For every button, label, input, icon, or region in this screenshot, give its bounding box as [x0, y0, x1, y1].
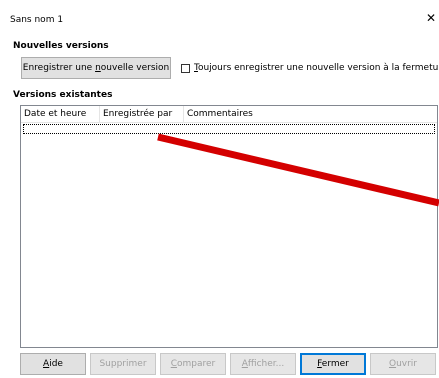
always-save-label[interactable]: Toujours enregistrer une nouvelle versio…: [194, 63, 439, 73]
save-new-version-button[interactable]: Enregistrer une nouvelle version: [21, 57, 171, 79]
new-versions-heading: Nouvelles versions: [13, 41, 109, 51]
show-label-rest: fficher...: [247, 359, 285, 369]
show-button[interactable]: Afficher...: [230, 353, 296, 375]
versions-table[interactable]: Date et heure Enregistrée par Commentair…: [20, 105, 438, 348]
title-bar: Sans nom 1 ✕: [0, 0, 439, 32]
delete-button[interactable]: Supprimer: [90, 353, 156, 375]
close-icon[interactable]: ✕: [425, 11, 437, 25]
always-save-label-rest: oujours enregistrer une nouvelle version…: [197, 63, 439, 73]
close-label-rest: ermer: [321, 359, 349, 369]
help-button[interactable]: Aide: [20, 353, 86, 375]
table-focus-row[interactable]: [23, 124, 435, 134]
compare-label-rest: omparer: [177, 359, 216, 369]
open-label-rest: uvrir: [396, 359, 418, 369]
open-mnemonic: O: [388, 359, 397, 369]
table-header: Date et heure Enregistrée par Commentair…: [21, 106, 437, 123]
save-new-version-label-pre: Enregistrer une: [22, 63, 96, 73]
column-header-saved-by[interactable]: Enregistrée par: [100, 106, 184, 122]
existing-versions-heading: Versions existantes: [13, 90, 113, 100]
open-button[interactable]: Ouvrir: [370, 353, 436, 375]
window-title: Sans nom 1: [10, 15, 64, 25]
always-save-checkbox[interactable]: [181, 64, 190, 73]
column-header-date[interactable]: Date et heure: [21, 106, 100, 122]
save-new-version-label-post: ouvelle version: [100, 63, 170, 73]
column-header-comments[interactable]: Commentaires: [184, 106, 437, 122]
close-button[interactable]: Fermer: [300, 353, 366, 375]
help-label-rest: ide: [49, 359, 63, 369]
compare-button[interactable]: Comparer: [160, 353, 226, 375]
